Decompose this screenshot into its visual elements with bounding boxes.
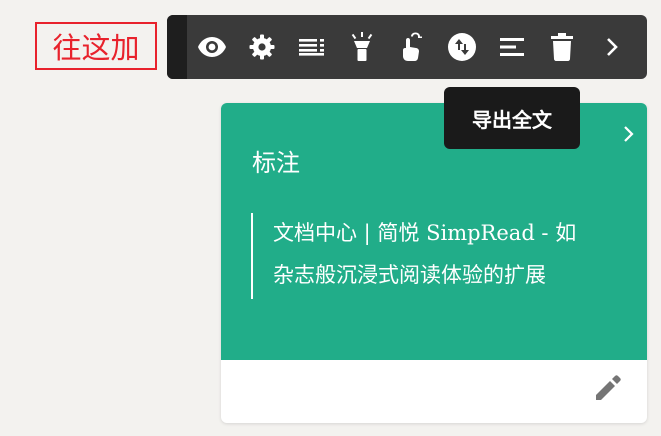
- floating-toolbar: [167, 15, 647, 79]
- list-button[interactable]: [287, 15, 337, 79]
- pencil-icon: [594, 375, 622, 406]
- quote-line: 文档中心 | 简悦 SimpRead - 如: [273, 221, 577, 245]
- touch-icon: [399, 32, 425, 62]
- edit-button[interactable]: [594, 374, 622, 406]
- chevron-right-icon: [605, 37, 619, 57]
- quote-line: 杂志般沉浸式阅读体验的扩展: [273, 263, 546, 287]
- gear-icon: [249, 34, 275, 60]
- export-tooltip: 导出全文: [444, 87, 580, 149]
- chevron-right-icon: [623, 126, 635, 147]
- touch-button[interactable]: [387, 15, 437, 79]
- annotation-card: 标注 文档中心 | 简悦 SimpRead - 如 杂志般沉浸式阅读体验的扩展: [221, 103, 647, 423]
- export-icon: [447, 32, 477, 62]
- annotation-label: 往这加: [35, 22, 157, 70]
- more-button[interactable]: [587, 15, 637, 79]
- card-quote: 文档中心 | 简悦 SimpRead - 如 杂志般沉浸式阅读体验的扩展: [251, 213, 621, 299]
- align-left-icon: [500, 37, 524, 57]
- toolbar-drag-handle[interactable]: [167, 15, 187, 79]
- delete-button[interactable]: [537, 15, 587, 79]
- align-button[interactable]: [487, 15, 537, 79]
- card-expand-button[interactable]: [623, 125, 635, 147]
- settings-button[interactable]: [237, 15, 287, 79]
- card-title: 标注: [252, 149, 300, 177]
- list-icon: [299, 38, 325, 56]
- card-header: 标注 文档中心 | 简悦 SimpRead - 如 杂志般沉浸式阅读体验的扩展: [221, 103, 647, 360]
- flashlight-icon: [349, 32, 375, 62]
- eye-icon: [197, 36, 227, 58]
- export-button[interactable]: [437, 15, 487, 79]
- focus-button[interactable]: [337, 15, 387, 79]
- eye-button[interactable]: [187, 15, 237, 79]
- trash-icon: [551, 33, 573, 61]
